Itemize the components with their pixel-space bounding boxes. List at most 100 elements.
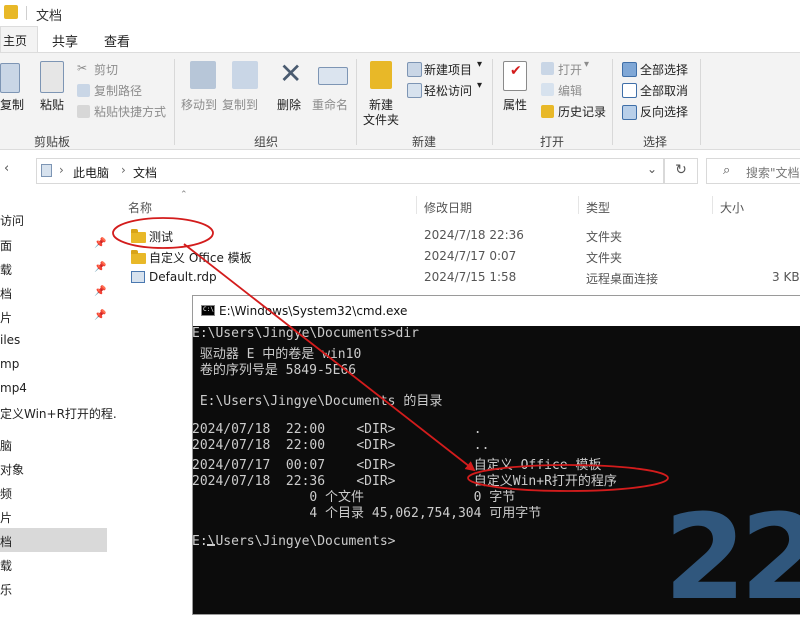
cmd-title-bar[interactable]: E:\Windows\System32\cmd.exe bbox=[193, 296, 800, 326]
back-icon[interactable]: ‹ bbox=[4, 161, 9, 176]
column-separator[interactable] bbox=[712, 196, 713, 214]
paste-icon bbox=[40, 61, 64, 93]
nav-item[interactable]: 档 bbox=[0, 285, 12, 302]
file-name[interactable]: Default.rdp bbox=[149, 270, 217, 284]
open-icon bbox=[541, 62, 554, 75]
copy-path-icon bbox=[77, 84, 90, 97]
nav-item[interactable]: mp4 bbox=[0, 381, 27, 395]
edit-button[interactable]: 编辑 bbox=[558, 82, 582, 99]
select-none-button[interactable]: 全部取消 bbox=[640, 82, 688, 99]
properties-button[interactable]: 属性 bbox=[503, 96, 527, 113]
chevron-down-icon: ▾ bbox=[477, 59, 483, 70]
paste-shortcut-icon bbox=[77, 105, 90, 118]
nav-item-selected[interactable] bbox=[0, 528, 107, 552]
tab-share[interactable]: 共享 bbox=[52, 31, 78, 50]
nav-item[interactable]: 乐 bbox=[0, 581, 12, 598]
nav-item[interactable]: 档 bbox=[0, 533, 12, 550]
file-type: 文件夹 bbox=[586, 230, 623, 244]
folder-icon bbox=[131, 250, 146, 264]
easy-access-button[interactable]: 轻松访问 bbox=[424, 82, 472, 99]
copy-icon bbox=[0, 63, 20, 93]
nav-item[interactable]: 片 bbox=[0, 509, 12, 526]
group-separator bbox=[174, 59, 175, 145]
new-item-icon bbox=[407, 62, 422, 77]
file-size: 3 KB bbox=[772, 270, 800, 284]
console-line: 4 个目录 45,062,754,304 可用字节 bbox=[192, 506, 542, 521]
group-label-new: 新建 bbox=[412, 135, 437, 149]
tab-home-label: 主页 bbox=[3, 34, 28, 48]
column-header-type[interactable]: 类型 bbox=[586, 199, 610, 216]
console-line: 2024/07/18 22:00 <DIR> .. bbox=[192, 438, 490, 453]
paste-button[interactable]: 粘贴 bbox=[40, 96, 64, 113]
column-separator[interactable] bbox=[578, 196, 579, 214]
nav-item[interactable]: 片 bbox=[0, 309, 12, 326]
select-all-icon bbox=[622, 62, 637, 77]
pin-icon: 📌 bbox=[94, 238, 107, 249]
easy-access-icon bbox=[407, 83, 422, 98]
breadcrumb-separator-icon: › bbox=[121, 163, 126, 177]
column-separator[interactable] bbox=[416, 196, 417, 214]
remote-desktop-icon bbox=[131, 271, 145, 283]
group-label-organize: 组织 bbox=[254, 135, 279, 149]
invert-selection-button[interactable]: 反向选择 bbox=[640, 103, 688, 120]
computer-icon bbox=[41, 164, 52, 177]
chevron-down-icon: ▾ bbox=[477, 80, 483, 91]
new-folder-button-line2[interactable]: 文件夹 bbox=[363, 111, 399, 128]
nav-item[interactable]: 载 bbox=[0, 261, 12, 278]
nav-item[interactable]: 访问 bbox=[0, 212, 24, 229]
group-label-open: 打开 bbox=[540, 135, 565, 149]
history-icon bbox=[541, 105, 554, 118]
paste-shortcut-button[interactable]: 粘贴快捷方式 bbox=[94, 103, 166, 120]
title-separator bbox=[26, 6, 27, 20]
column-header-name[interactable]: 名称 bbox=[128, 199, 152, 216]
nav-item[interactable]: 定义Win+R打开的程. bbox=[0, 405, 117, 422]
nav-item[interactable]: 载 bbox=[0, 557, 12, 574]
breadcrumb-separator-icon: › bbox=[59, 163, 64, 177]
nav-item[interactable]: 脑 bbox=[0, 437, 12, 454]
cut-button[interactable]: 剪切 bbox=[94, 61, 118, 78]
console-line: 2024/07/18 22:00 <DIR> . bbox=[192, 422, 482, 437]
tab-view[interactable]: 查看 bbox=[104, 31, 130, 50]
title-bar: 文档 bbox=[0, 0, 800, 26]
nav-item[interactable]: mp bbox=[0, 357, 19, 371]
nav-item[interactable]: 面 bbox=[0, 237, 12, 254]
move-to-icon bbox=[190, 61, 216, 89]
rename-icon bbox=[318, 67, 348, 85]
delete-button[interactable]: 删除 bbox=[277, 96, 301, 113]
column-header-date[interactable]: 修改日期 bbox=[424, 199, 472, 216]
copy-button[interactable]: 复制 bbox=[0, 96, 24, 113]
chevron-down-icon[interactable]: ⌄ bbox=[647, 162, 657, 176]
scissors-icon: ✂ bbox=[77, 61, 88, 75]
open-button[interactable]: 打开 bbox=[558, 61, 582, 78]
pin-icon: 📌 bbox=[94, 286, 107, 297]
file-date: 2024/7/15 1:58 bbox=[424, 270, 517, 284]
select-all-button[interactable]: 全部选择 bbox=[640, 61, 688, 78]
rename-button[interactable]: 重命名 bbox=[312, 96, 348, 113]
column-header-size[interactable]: 大小 bbox=[720, 199, 744, 216]
breadcrumb-this-pc[interactable]: 此电脑 bbox=[73, 164, 109, 181]
move-to-button[interactable]: 移动到 bbox=[181, 96, 217, 113]
nav-item[interactable]: iles bbox=[0, 333, 20, 347]
nav-item[interactable]: 频 bbox=[0, 485, 12, 502]
folder-icon[interactable] bbox=[4, 5, 18, 19]
history-button[interactable]: 历史记录 bbox=[558, 103, 606, 120]
copy-to-button[interactable]: 复制到 bbox=[222, 96, 258, 113]
nav-item[interactable]: 对象 bbox=[0, 461, 24, 478]
address-bar[interactable]: › 此电脑 › 文档 ⌄ bbox=[36, 158, 664, 184]
cmd-icon bbox=[201, 305, 215, 316]
file-name[interactable]: 自定义 Office 模板 bbox=[149, 249, 252, 266]
copy-path-button[interactable]: 复制路径 bbox=[94, 82, 142, 99]
file-name[interactable]: 测试 bbox=[149, 228, 173, 245]
group-separator bbox=[356, 59, 357, 145]
new-folder-icon bbox=[370, 61, 392, 89]
new-item-button[interactable]: 新建项目 bbox=[424, 61, 472, 78]
console-line: 卷的序列号是 5849-5E66 bbox=[192, 363, 357, 378]
ribbon: 复制 粘贴 ✂ 剪切 复制路径 粘贴快捷方式 剪贴板 移动到 复制到 ✕ 删除 … bbox=[0, 52, 800, 150]
refresh-icon[interactable]: ↻ bbox=[664, 158, 698, 184]
breadcrumb-documents[interactable]: 文档 bbox=[133, 164, 157, 181]
pin-icon: 📌 bbox=[94, 310, 107, 321]
search-icon: ⌕ bbox=[723, 163, 731, 178]
tab-home[interactable]: 主页 bbox=[0, 26, 38, 52]
file-type: 文件夹 bbox=[586, 251, 623, 265]
checkmark-icon: ✔ bbox=[510, 63, 522, 79]
